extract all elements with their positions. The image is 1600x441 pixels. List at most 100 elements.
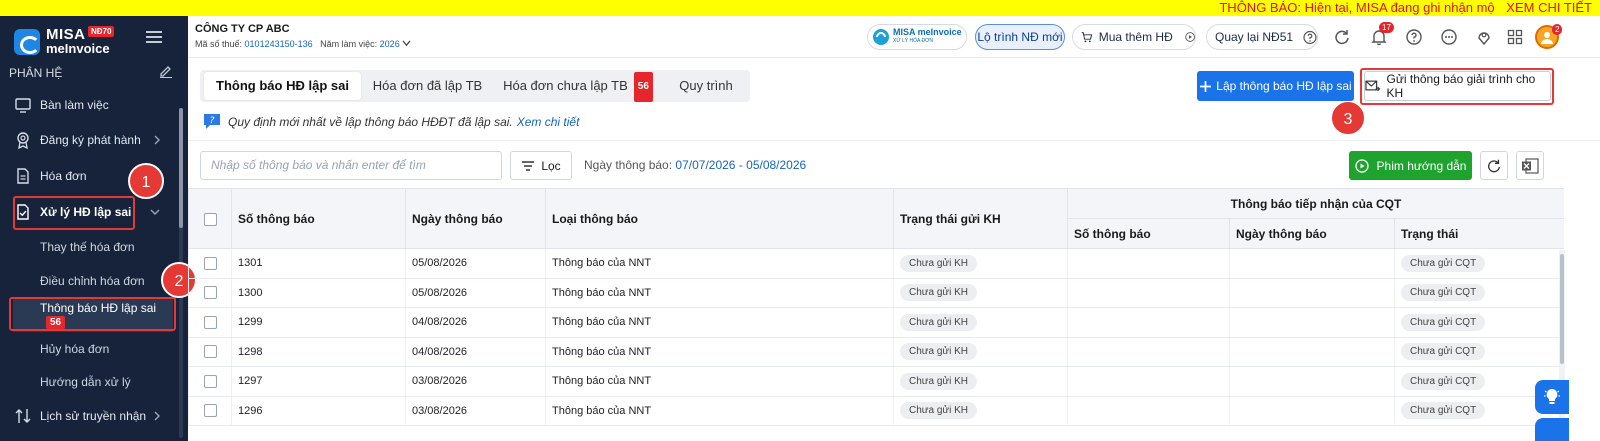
- status-badge: Chưa gửi CQT: [1401, 254, 1486, 272]
- hint-text: Quy định mới nhất về lập thông báo HĐĐT …: [228, 114, 513, 129]
- step-marker-3: 3: [1330, 100, 1366, 136]
- status-badge: Chưa gửi KH: [900, 343, 977, 361]
- status-badge: Chưa gửi KH: [900, 372, 977, 390]
- table-row[interactable]: 1298 04/08/2026 Thông báo của NNT Chưa g…: [188, 337, 1564, 367]
- status-badge: Chưa gửi KH: [900, 313, 977, 331]
- table-scroll-thumb[interactable]: [1560, 254, 1564, 364]
- svg-text:?: ?: [210, 116, 215, 126]
- video-guide-button[interactable]: Phim hướng dẫn: [1349, 151, 1472, 180]
- sidebar-scroll-thumb[interactable]: [179, 108, 183, 228]
- date-range-label: Ngày thông báo:: [584, 158, 673, 172]
- sidebar-subitem-replace[interactable]: Thay thế hóa đơn: [0, 230, 178, 264]
- document-icon: [17, 168, 29, 184]
- tax-value: 0101243150-136: [244, 39, 313, 49]
- brand-pill[interactable]: MISA meInvoice XỬ LÝ HÓA ĐƠN: [867, 24, 967, 50]
- status-badge: Chưa gửi CQT: [1401, 402, 1486, 420]
- more-icon[interactable]: [1437, 25, 1461, 49]
- create-notice-button[interactable]: Lập thông báo HĐ lập sai: [1197, 71, 1354, 101]
- chat-support-button[interactable]: [1535, 418, 1569, 441]
- plus-icon: [1200, 80, 1212, 92]
- help-circle-icon[interactable]: [1303, 30, 1317, 45]
- refresh-icon: [1488, 159, 1500, 172]
- table-row[interactable]: 1296 03/08/2026 Thông báo của NNT Chưa g…: [188, 396, 1564, 426]
- cell-no: 1298: [231, 337, 406, 367]
- table-row[interactable]: 1300 05/08/2026 Thông báo của NNT Chưa g…: [188, 278, 1564, 308]
- date-range-value: 07/07/2026 - 05/08/2026: [675, 158, 807, 172]
- row-checkbox[interactable]: [203, 374, 217, 388]
- sidebar-item-label: Đăng ký phát hành: [40, 133, 141, 147]
- buy-invoices-button[interactable]: Mua thêm HĐ: [1072, 24, 1196, 50]
- row-checkbox[interactable]: [203, 256, 217, 270]
- date-range[interactable]: Ngày thông báo: 07/07/2026 - 05/08/2026: [584, 158, 806, 172]
- tab-unnotified-invoices[interactable]: Hóa đơn chưa lập TB 56: [498, 72, 658, 102]
- sidebar-subitem-guide[interactable]: Hướng dẫn xử lý: [0, 365, 178, 399]
- row-checkbox[interactable]: [203, 404, 217, 418]
- row-checkbox[interactable]: [203, 315, 217, 329]
- table-row[interactable]: 1301 05/08/2026 Thông báo của NNT Chưa g…: [188, 248, 1564, 279]
- mail-send-icon: [1365, 80, 1381, 92]
- filter-button[interactable]: Lọc: [510, 151, 572, 180]
- hamburger-icon[interactable]: [146, 31, 162, 43]
- tab-error-notices[interactable]: Thông báo HĐ lập sai: [204, 72, 361, 100]
- location-icon[interactable]: [1472, 25, 1496, 49]
- sidebar-item-label: Lịch sử truyền nhận: [40, 409, 147, 423]
- table-row[interactable]: 1297 03/08/2026 Thông báo của NNT Chưa g…: [188, 366, 1564, 397]
- col-header-date[interactable]: Ngày thông báo: [405, 188, 546, 249]
- brand-pill-line2: XỬ LÝ HÓA ĐƠN: [893, 38, 933, 44]
- chevron-right-icon: [154, 135, 160, 145]
- chevron-right-icon: [154, 411, 160, 421]
- col-group-cqt: Thông báo tiếp nhận của CQT: [1066, 188, 1564, 219]
- brand-logo[interactable]: MISA meInvoice NĐ70: [14, 26, 115, 58]
- monitor-icon: [15, 98, 31, 113]
- cell-no: 1299: [231, 307, 406, 338]
- col-header-send-status[interactable]: Trạng thái gửi KH: [893, 188, 1068, 249]
- col-header-cqt-date[interactable]: Ngày thông báo: [1229, 218, 1395, 249]
- chevron-down-icon[interactable]: [402, 40, 411, 47]
- tax-info: Mã số thuế: 0101243150-136 Năm làm việc:…: [195, 39, 411, 49]
- play-circle-icon[interactable]: [1185, 30, 1195, 44]
- hint-detail-link[interactable]: Xem chi tiết: [517, 115, 580, 129]
- bell-icon[interactable]: 17: [1367, 22, 1394, 49]
- notice-detail-link[interactable]: XEM CHI TIẾT: [1506, 0, 1592, 15]
- reload-button[interactable]: [1480, 151, 1508, 180]
- col-header-cqt-status[interactable]: Trạng thái: [1393, 218, 1564, 249]
- avatar[interactable]: 2: [1535, 24, 1563, 49]
- help-icon[interactable]: [1402, 25, 1426, 49]
- avatar-count-badge: 2: [1552, 24, 1563, 35]
- top-bar: CÔNG TY CP ABC Mã số thuế: 0101243150-13…: [188, 16, 1600, 58]
- roadmap-button[interactable]: Lộ trình NĐ mới: [975, 24, 1065, 50]
- back-nd51-button[interactable]: Quay lại NĐ51: [1206, 24, 1318, 50]
- year-select[interactable]: 2026: [380, 39, 400, 49]
- select-all-checkbox[interactable]: [203, 212, 217, 226]
- cell-date: 04/08/2026: [405, 337, 546, 367]
- regulation-hint: ? Quy định mới nhất về lập thông báo HĐĐ…: [203, 113, 579, 130]
- apps-grid-icon[interactable]: [1503, 25, 1527, 49]
- col-header-cqt-no[interactable]: Số thông báo: [1067, 218, 1230, 249]
- send-explanation-button[interactable]: Gửi thông báo giải trình cho KH: [1364, 71, 1551, 101]
- notice-text: THÔNG BÁO: Hiện tại, MISA đang ghi nhận …: [1219, 0, 1495, 15]
- highlight-error-notice: [9, 297, 176, 331]
- row-checkbox[interactable]: [203, 345, 217, 359]
- tab-notified-invoices[interactable]: Hóa đơn đã lập TB: [365, 72, 490, 100]
- cart-icon: [1081, 32, 1093, 43]
- sidebar-item-registration[interactable]: Đăng ký phát hành: [0, 123, 178, 157]
- sidebar-subitem-cancel[interactable]: Hủy hóa đơn: [0, 332, 178, 366]
- col-header-type[interactable]: Loại thông báo: [545, 188, 894, 249]
- col-header-no[interactable]: Số thông báo: [231, 188, 406, 249]
- refresh-icon[interactable]: [1330, 25, 1354, 49]
- logo-icon: [14, 29, 40, 55]
- status-badge: Chưa gửi CQT: [1401, 313, 1486, 331]
- edit-icon[interactable]: [159, 64, 173, 78]
- transfer-icon: [15, 409, 31, 423]
- cell-no: 1301: [231, 248, 406, 279]
- cell-type: Thông báo của NNT: [545, 278, 894, 308]
- tab-process[interactable]: Quy trình: [666, 72, 746, 100]
- table-row[interactable]: 1299 04/08/2026 Thông báo của NNT Chưa g…: [188, 307, 1564, 338]
- search-input[interactable]: Nhập số thông báo và nhấn enter để tìm: [200, 151, 502, 180]
- sidebar-item-workspace[interactable]: Bàn làm việc: [0, 88, 178, 122]
- sidebar-subitem-adjust[interactable]: Điều chỉnh hóa đơn: [0, 264, 178, 298]
- row-checkbox[interactable]: [203, 286, 217, 300]
- export-excel-button[interactable]: [1516, 151, 1544, 180]
- sidebar-item-history[interactable]: Lịch sử truyền nhận: [0, 399, 178, 433]
- lightbulb-help-button[interactable]: [1535, 380, 1569, 414]
